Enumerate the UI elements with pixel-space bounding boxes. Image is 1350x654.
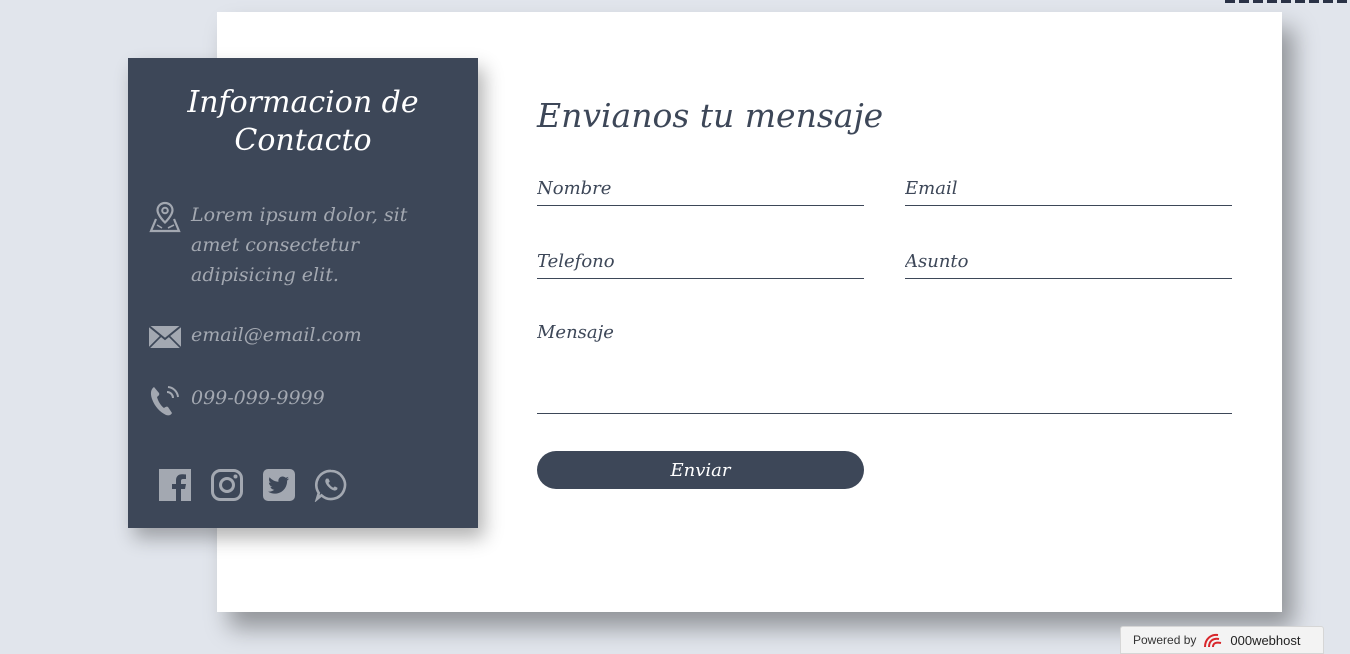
email-row: email@email.com	[148, 320, 431, 354]
twitter-icon[interactable]	[262, 468, 296, 502]
submit-button[interactable]: Enviar	[537, 451, 864, 489]
whatsapp-icon[interactable]	[314, 468, 348, 503]
contact-email: email@email.com	[191, 324, 362, 346]
contact-info-panel: Informacion de Contacto Lorem ipsum dolo…	[128, 58, 478, 528]
powered-by-brand: 000webhost	[1230, 632, 1301, 648]
webhost-logo-icon	[1202, 631, 1226, 649]
message-field[interactable]	[537, 322, 1232, 414]
contact-phone: 099-099-9999	[191, 387, 325, 409]
map-pin-icon	[148, 200, 182, 234]
social-links	[158, 468, 348, 503]
name-field[interactable]	[537, 176, 864, 206]
contact-info-title: Informacion de Contacto	[187, 85, 419, 158]
powered-by-badge[interactable]: Powered by 000webhost	[1120, 626, 1324, 654]
instagram-icon[interactable]	[210, 468, 244, 502]
phone-icon	[148, 383, 182, 417]
form-title: Envianos tu mensaje	[537, 96, 884, 135]
powered-by-label: Powered by	[1133, 633, 1197, 647]
facebook-icon[interactable]	[158, 468, 192, 502]
address-row: Lorem ipsum dolor, sit amet consectetur …	[148, 200, 431, 290]
corner-decoration	[1225, 0, 1350, 3]
envelope-icon	[148, 320, 182, 354]
subject-field[interactable]	[905, 249, 1232, 279]
phone-field[interactable]	[537, 249, 864, 279]
email-field[interactable]	[905, 176, 1232, 206]
phone-row: 099-099-9999	[148, 383, 431, 417]
contact-address: Lorem ipsum dolor, sit amet consectetur …	[191, 204, 408, 286]
